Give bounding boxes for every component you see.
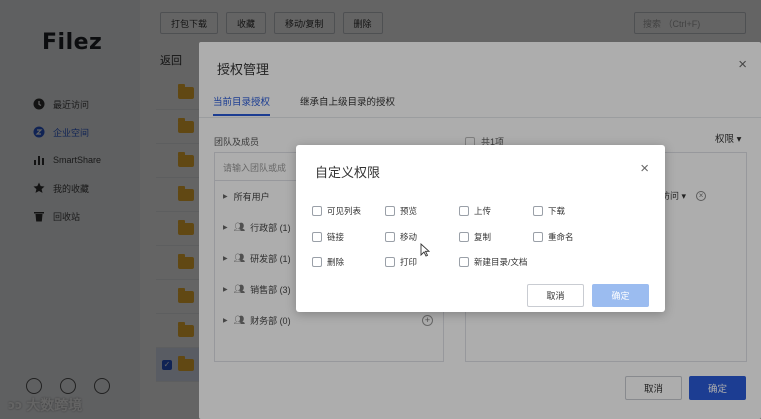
checkbox[interactable] (385, 257, 395, 267)
permission-option-new-folder-doc[interactable]: 新建目录/文档 (459, 256, 527, 268)
permission-option-rename[interactable]: 重命名 (533, 231, 574, 243)
checkbox[interactable] (533, 232, 543, 242)
checkbox[interactable] (459, 206, 469, 216)
checkbox[interactable] (459, 232, 469, 242)
permission-label: 可见列表 (327, 206, 362, 216)
permission-option-preview[interactable]: 预览 (385, 205, 417, 217)
checkbox[interactable] (385, 206, 395, 216)
permission-label: 移动 (400, 232, 418, 242)
permission-option-visible-list[interactable]: 可见列表 (312, 205, 361, 217)
checkbox[interactable] (385, 232, 395, 242)
permission-option-link[interactable]: 链接 (312, 231, 344, 243)
cancel-button[interactable]: 取消 (527, 284, 584, 307)
checkbox[interactable] (459, 257, 469, 267)
permission-label: 删除 (327, 257, 345, 267)
permission-label: 下载 (548, 206, 566, 216)
confirm-button[interactable]: 确定 (592, 284, 649, 307)
permission-label: 上传 (474, 206, 492, 216)
mouse-cursor-icon (420, 242, 431, 259)
close-icon[interactable]: × (640, 160, 649, 177)
checkbox[interactable] (312, 257, 322, 267)
permission-label: 打印 (400, 257, 418, 267)
permission-label: 预览 (400, 206, 418, 216)
custom-permission-dialog: 自定义权限 × 可见列表 预览 上传 下载 链接 移动 复制 重命名 删除 打印… (296, 145, 665, 312)
permission-option-download[interactable]: 下载 (533, 205, 565, 217)
checkbox[interactable] (312, 232, 322, 242)
permission-label: 链接 (327, 232, 345, 242)
permission-label: 重命名 (548, 232, 574, 242)
permission-label: 复制 (474, 232, 492, 242)
dialog-title: 自定义权限 (315, 165, 381, 180)
permission-option-print[interactable]: 打印 (385, 256, 417, 268)
permission-option-move[interactable]: 移动 (385, 231, 417, 243)
permission-option-delete[interactable]: 删除 (312, 256, 344, 268)
checkbox[interactable] (312, 206, 322, 216)
permission-option-copy[interactable]: 复制 (459, 231, 491, 243)
permission-option-upload[interactable]: 上传 (459, 205, 491, 217)
permission-label: 新建目录/文档 (474, 257, 528, 267)
checkbox[interactable] (533, 206, 543, 216)
